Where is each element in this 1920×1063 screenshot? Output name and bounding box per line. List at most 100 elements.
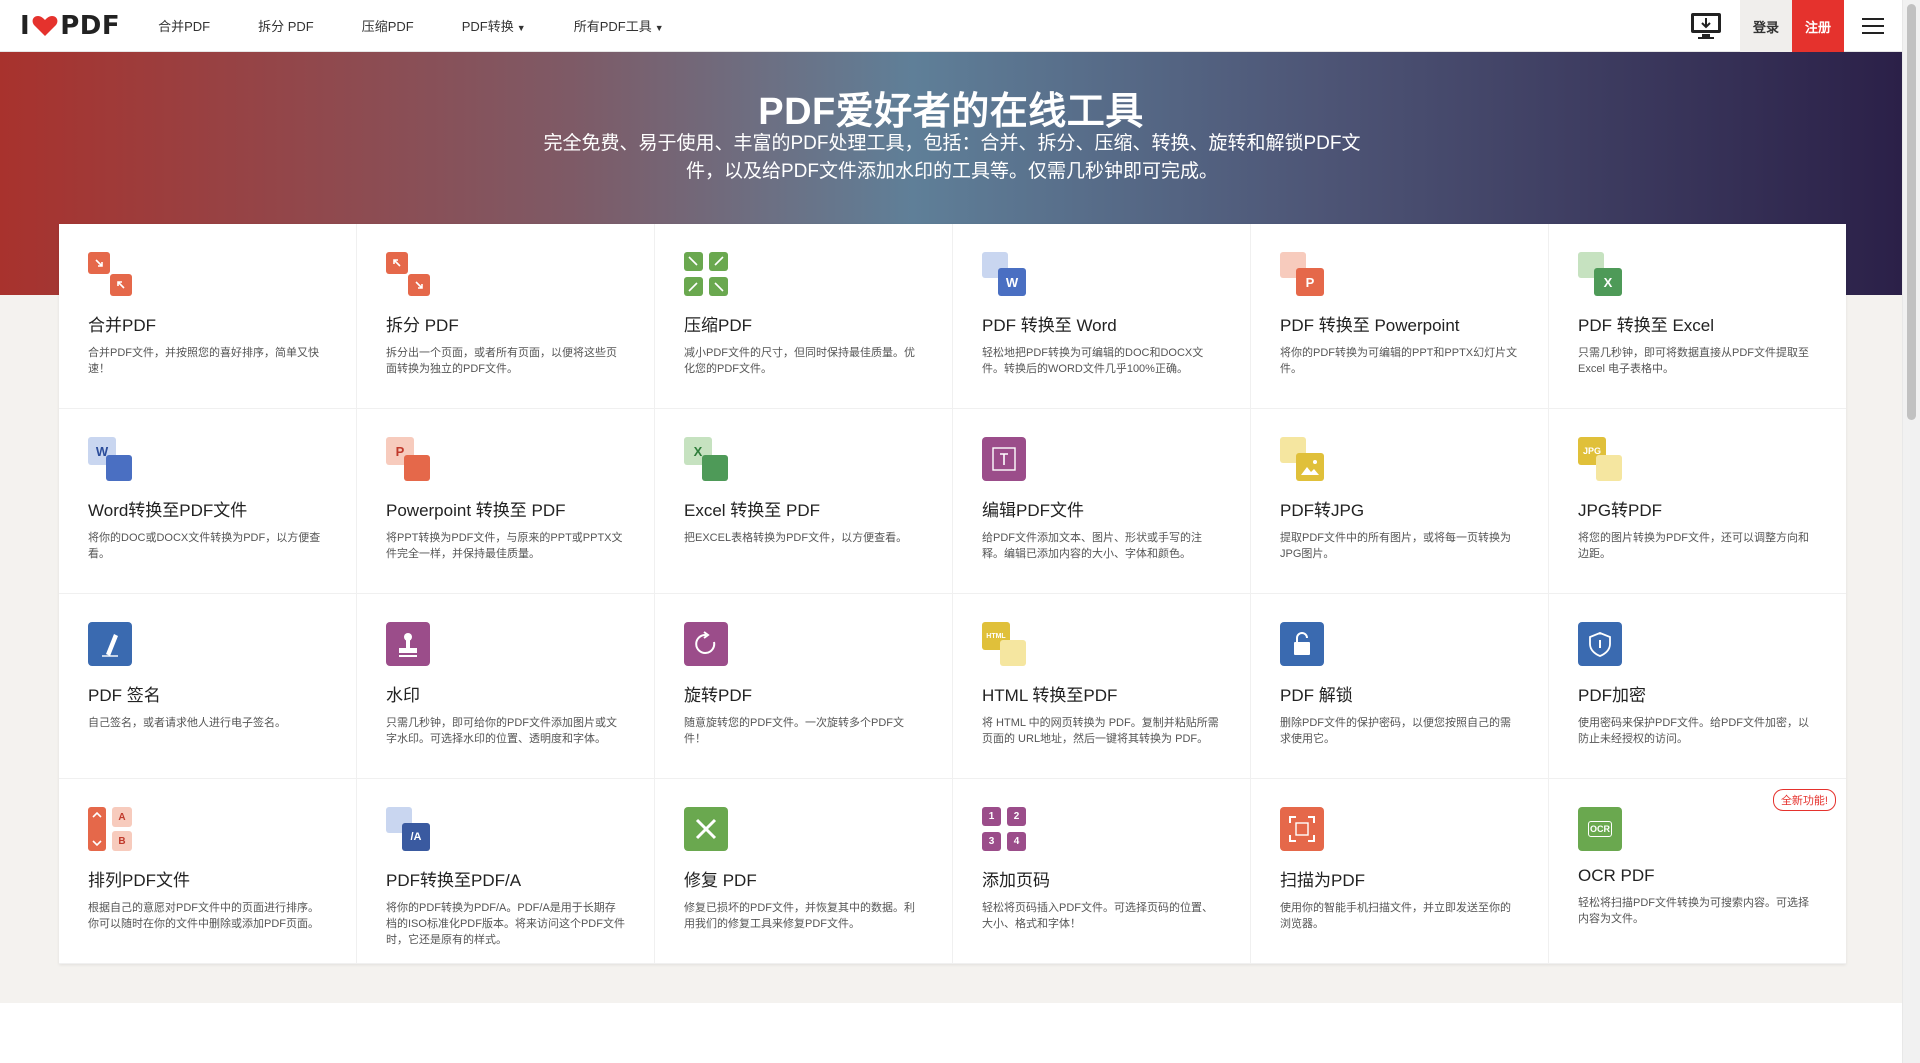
tool-card-page-numbers[interactable]: 1 2 3 4 添加页码 轻松将页码插入PDF文件。可选择页码的位置、大小、格式… <box>953 779 1251 964</box>
tool-title: PDF转JPG <box>1280 501 1365 520</box>
tool-description: 合并PDF文件，并按照您的喜好排序，简单又快速！ <box>88 347 319 375</box>
tool-card-html-to-pdf[interactable]: HTML HTML 转换至PDF 将 HTML 中的网页转换为 PDF。复制并粘… <box>953 594 1251 779</box>
pdf-to-word-icon: W <box>982 252 1026 296</box>
tool-card-pdf-to-jpg[interactable]: PDF转JPG 提取PDF文件中的所有图片，或将每一页转换为JPG图片。 <box>1251 409 1549 594</box>
tool-description: 轻松地把PDF转换为可编辑的DOC和DOCX文件。转换后的WORD文件几乎100… <box>982 347 1204 375</box>
tool-description: 修复已损坏的PDF文件，并恢复其中的数据。利用我们的修复工具来修复PDF文件。 <box>684 902 915 930</box>
tool-title: HTML 转换至PDF <box>982 686 1118 705</box>
tool-card-scan-to-pdf[interactable]: 扫描为PDF 使用你的智能手机扫描文件，并立即发送至你的浏览器。 <box>1251 779 1549 964</box>
page-scrollbar[interactable] <box>1902 0 1920 1063</box>
tool-description: 轻松将扫描PDF文件转换为可搜索内容。可选择内容为文件。 <box>1578 897 1809 925</box>
nav-split-pdf[interactable]: 拆分 PDF <box>258 16 314 35</box>
tool-card-unlock-pdf[interactable]: PDF 解锁 删除PDF文件的保护密码，以便您按照自己的需求使用它。 <box>1251 594 1549 779</box>
tool-title: 合并PDF <box>88 316 156 335</box>
nav-merge-pdf[interactable]: 合并PDF <box>158 16 210 35</box>
tool-card-pdf-to-word[interactable]: W PDF 转换至 Word 轻松地把PDF转换为可编辑的DOC和DOCX文件。… <box>953 224 1251 409</box>
tool-description: 将PPT转换为PDF文件，与原来的PPT或PPTX文件完全一样，并保持最佳质量。 <box>386 532 623 560</box>
desktop-download-button[interactable] <box>1684 4 1728 48</box>
tool-card-sign-pdf[interactable]: PDF 签名 自己签名，或者请求他人进行电子签名。 <box>59 594 357 779</box>
tool-description: 轻松将页码插入PDF文件。可选择页码的位置、大小、格式和字体！ <box>982 902 1213 930</box>
tool-title: PDF转换至PDF/A <box>386 871 522 890</box>
tool-card-merge-pdf[interactable]: 合并PDF 合并PDF文件，并按照您的喜好排序，简单又快速！ <box>59 224 357 409</box>
tool-title: 扫描为PDF <box>1280 871 1365 890</box>
tool-card-ocr-pdf[interactable]: 全新功能! OCR OCR PDF 轻松将扫描PDF文件转换为可搜索内容。可选择… <box>1549 779 1846 964</box>
tool-description: 将您的图片转换为PDF文件，还可以调整方向和边距。 <box>1578 532 1809 560</box>
tool-card-jpg-to-pdf[interactable]: JPG JPG转PDF 将您的图片转换为PDF文件，还可以调整方向和边距。 <box>1549 409 1846 594</box>
unlock-pdf-icon <box>1280 622 1324 666</box>
tool-title: 编辑PDF文件 <box>982 501 1084 520</box>
tool-title: 拆分 PDF <box>386 316 459 335</box>
tool-title: Excel 转换至 PDF <box>684 501 821 520</box>
nav-all-tools-dropdown[interactable]: 所有PDF工具 ▼ <box>574 16 664 35</box>
tool-card-powerpoint-to-pdf[interactable]: P Powerpoint 转换至 PDF 将PPT转换为PDF文件，与原来的PP… <box>357 409 655 594</box>
login-button[interactable]: 登录 <box>1740 0 1792 52</box>
caret-down-icon: ▼ <box>516 23 526 33</box>
tool-title: JPG转PDF <box>1578 501 1663 520</box>
tool-card-repair-pdf[interactable]: 修复 PDF 修复已损坏的PDF文件，并恢复其中的数据。利用我们的修复工具来修复… <box>655 779 953 964</box>
top-navbar: I PDF 合并PDF 拆分 PDF 压缩PDF PDF转换 ▼ 所有PDF工具 ▼… <box>0 0 1902 52</box>
heart-icon <box>32 15 58 36</box>
compress-icon <box>684 252 728 296</box>
tool-description: 把EXCEL表格转换为PDF文件，以方便查看。 <box>684 532 908 544</box>
split-icon <box>386 252 430 296</box>
tool-description: 根据自己的意愿对PDF文件中的页面进行排序。你可以随时在你的文件中删除或添加PD… <box>88 902 319 930</box>
repair-pdf-icon <box>684 807 728 851</box>
organize-pdf-icon: A B <box>88 807 132 851</box>
hamburger-menu-button[interactable] <box>1844 0 1902 52</box>
jpg-to-pdf-icon: JPG <box>1578 437 1622 481</box>
tool-title: PDF 转换至 Powerpoint <box>1280 316 1460 335</box>
tool-title: 压缩PDF <box>684 316 752 335</box>
tool-card-word-to-pdf[interactable]: W Word转换至PDF文件 将你的DOC或DOCX文件转换为PDF，以方便查看… <box>59 409 357 594</box>
tool-card-organize-pdf[interactable]: A B 排列PDF文件 根据自己的意愿对PDF文件中的页面进行排序。你可以随时在… <box>59 779 357 964</box>
tool-card-pdf-to-excel[interactable]: X PDF 转换至 Excel 只需几秒钟，即可将数据直接从PDF文件提取至Ex… <box>1549 224 1846 409</box>
pdf-to-excel-icon: X <box>1578 252 1622 296</box>
html-to-pdf-icon: HTML <box>982 622 1026 666</box>
tool-description: 将 HTML 中的网页转换为 PDF。复制并粘贴所需页面的 URL地址，然后一键… <box>982 717 1219 745</box>
logo-text-i: I <box>20 10 31 41</box>
merge-icon <box>88 252 132 296</box>
excel-to-pdf-icon: X <box>684 437 728 481</box>
pdf-to-powerpoint-icon: P <box>1280 252 1324 296</box>
tool-card-compress-pdf[interactable]: 压缩PDF 减小PDF文件的尺寸，但同时保持最佳质量。优化您的PDF文件。 <box>655 224 953 409</box>
tool-description: 随意旋转您的PDF文件。一次旋转多个PDF文件！ <box>684 717 904 745</box>
watermark-icon <box>386 622 430 666</box>
tool-card-pdf-to-powerpoint[interactable]: P PDF 转换至 Powerpoint 将你的PDF转换为可编辑的PPT和PP… <box>1251 224 1549 409</box>
tool-title: OCR PDF <box>1578 866 1655 885</box>
footer-band <box>0 1003 1902 1063</box>
tool-title: PDF加密 <box>1578 686 1646 705</box>
tool-description: 给PDF文件添加文本、图片、形状或手写的注释。编辑已添加内容的大小、字体和颜色。 <box>982 532 1202 560</box>
tool-title: PDF 签名 <box>88 686 161 705</box>
new-feature-badge: 全新功能! <box>1772 789 1836 811</box>
tool-card-protect-pdf[interactable]: PDF加密 使用密码来保护PDF文件。给PDF文件加密，以防止未经授权的访问。 <box>1549 594 1846 779</box>
tool-title: PDF 解锁 <box>1280 686 1353 705</box>
ilovepdf-logo[interactable]: I PDF <box>20 11 120 41</box>
tool-description: 拆分出一个页面，或者所有页面，以便将这些页面转换为独立的PDF文件。 <box>386 347 617 375</box>
signup-button[interactable]: 注册 <box>1792 0 1844 52</box>
tool-card-pdf-to-pdfa[interactable]: /A PDF转换至PDF/A 将你的PDF转换为PDF/A。PDF/A是用于长期… <box>357 779 655 964</box>
tool-description: 减小PDF文件的尺寸，但同时保持最佳质量。优化您的PDF文件。 <box>684 347 915 375</box>
scrollbar-thumb[interactable] <box>1907 4 1916 420</box>
tool-description: 只需几秒钟，即可将数据直接从PDF文件提取至Excel 电子表格中。 <box>1578 347 1809 375</box>
tool-title: 旋转PDF <box>684 686 752 705</box>
tool-card-excel-to-pdf[interactable]: X Excel 转换至 PDF 把EXCEL表格转换为PDF文件，以方便查看。 <box>655 409 953 594</box>
nav-compress-pdf[interactable]: 压缩PDF <box>362 16 414 35</box>
ocr-pdf-icon: OCR <box>1578 807 1622 851</box>
tool-description: 使用密码来保护PDF文件。给PDF文件加密，以防止未经授权的访问。 <box>1578 717 1809 745</box>
tool-title: 添加页码 <box>982 871 1050 890</box>
tool-title: 修复 PDF <box>684 871 757 890</box>
tool-title: 水印 <box>386 686 420 705</box>
rotate-pdf-icon <box>684 622 728 666</box>
tool-description: 将你的DOC或DOCX文件转换为PDF，以方便查看。 <box>88 532 321 560</box>
powerpoint-to-pdf-icon: P <box>386 437 430 481</box>
logo-text-pdf: PDF <box>60 10 121 41</box>
nav-convert-pdf-dropdown[interactable]: PDF转换 ▼ <box>462 16 526 35</box>
protect-pdf-icon <box>1578 622 1622 666</box>
pdf-to-pdfa-icon: /A <box>386 807 430 851</box>
tool-card-rotate-pdf[interactable]: 旋转PDF 随意旋转您的PDF文件。一次旋转多个PDF文件！ <box>655 594 953 779</box>
tool-card-watermark[interactable]: 水印 只需几秒钟，即可给你的PDF文件添加图片或文字水印。可选择水印的位置、透明… <box>357 594 655 779</box>
tool-card-edit-pdf[interactable]: 编辑PDF文件 给PDF文件添加文本、图片、形状或手写的注释。编辑已添加内容的大… <box>953 409 1251 594</box>
tool-description: 自己签名，或者请求他人进行电子签名。 <box>88 717 286 729</box>
tool-title: PDF 转换至 Excel <box>1578 316 1715 335</box>
caret-down-icon: ▼ <box>654 23 664 33</box>
tool-card-split-pdf[interactable]: 拆分 PDF 拆分出一个页面，或者所有页面，以便将这些页面转换为独立的PDF文件… <box>357 224 655 409</box>
